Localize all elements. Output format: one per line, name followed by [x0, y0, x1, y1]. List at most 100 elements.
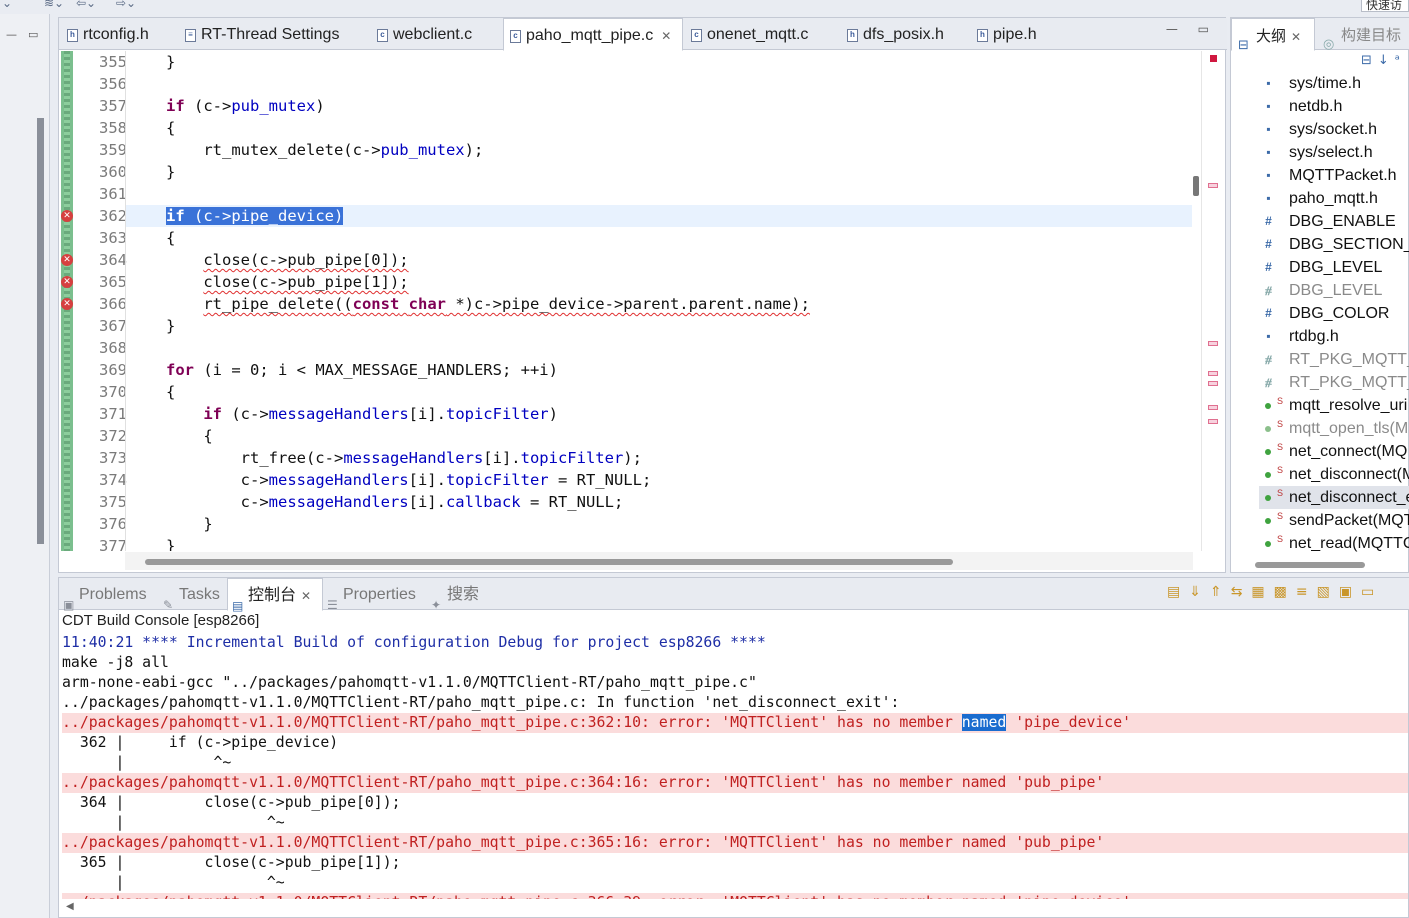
outline-item[interactable]: ▪ sys/time.h [1259, 72, 1361, 95]
console-error-line[interactable]: ../packages/pahomqtt-v1.1.0/MQTTClient-R… [62, 893, 1408, 899]
outline-item[interactable]: ▪ sys/socket.h [1259, 118, 1377, 141]
console-error-line[interactable]: ../packages/pahomqtt-v1.1.0/MQTTClient-R… [62, 773, 1408, 793]
occurrence-marker[interactable] [1208, 371, 1218, 376]
code-line[interactable] [126, 337, 1192, 359]
horizontal-scrollbar[interactable] [1235, 558, 1405, 570]
editor-window-controls[interactable]: — ▭ [1166, 22, 1217, 36]
code-line[interactable]: } [126, 315, 1192, 337]
error-marker-icon[interactable]: ✕ [61, 210, 73, 222]
macro-inactive-icon: ⧣ [1265, 352, 1272, 366]
close-icon[interactable]: ✕ [301, 589, 311, 603]
macro-icon: # [1265, 237, 1272, 251]
tab-build-targets[interactable]: ◎ 构建目标 [1317, 18, 1409, 52]
outline-item[interactable]: ⧣ DBG_LEVEL [1259, 279, 1382, 302]
outline-item-label: RT_PKG_MQTT_T [1289, 351, 1409, 368]
code-line[interactable]: rt_mutex_delete(c->pub_mutex); [126, 139, 1192, 161]
code-line[interactable]: { [126, 381, 1192, 403]
occurrence-marker[interactable] [1208, 341, 1218, 346]
code-line[interactable]: c->messageHandlers[i].callback = RT_NULL… [126, 491, 1192, 513]
horizontal-scrollbar[interactable]: ◀ [62, 901, 1408, 915]
code-line[interactable]: rt_pipe_delete((const char *)c->pipe_dev… [126, 293, 1192, 315]
tab-console[interactable]: ▤ 控制台 ✕ [227, 578, 323, 613]
back-arrow-icon[interactable]: ⇦⌄ [76, 0, 96, 10]
tab-search[interactable]: ✦ 搜索 [427, 578, 487, 612]
tab-properties[interactable]: ☰ Properties [323, 578, 425, 612]
outline-item[interactable]: # DBG_COLOR [1259, 302, 1389, 325]
console-toolbar[interactable]: ▤⇓⇑⇆▦▩≡▧▣▭ [1167, 584, 1383, 600]
vertical-scrollbar-thumb[interactable] [1193, 176, 1199, 196]
horizontal-scrollbar[interactable] [125, 552, 1193, 570]
code-line[interactable] [126, 73, 1192, 95]
code-line[interactable]: } [126, 51, 1192, 73]
tab-label: pipe.h [993, 26, 1037, 43]
tab-rt-thread-settings[interactable]: ≡ RT-Thread Settings [179, 18, 367, 50]
code-line[interactable]: { [126, 425, 1192, 447]
tab-paho-mqtt-pipe-c[interactable]: c paho_mqtt_pipe.c ✕ [503, 18, 683, 51]
maximize-icon[interactable]: ▭ [28, 28, 38, 41]
error-marker-icon[interactable]: ✕ [61, 298, 73, 310]
error-overview-icon[interactable] [1210, 55, 1217, 62]
tab-webclient-c[interactable]: c webclient.c [371, 18, 501, 50]
selected-text[interactable]: if (c->pipe_device) [166, 207, 344, 225]
occurrence-marker[interactable] [1208, 381, 1218, 386]
outline-item[interactable]: ⧣ RT_PKG_MQTT_T [1259, 348, 1409, 371]
console-error-line[interactable]: ../packages/pahomqtt-v1.1.0/MQTTClient-R… [62, 833, 1408, 853]
code-line[interactable]: } [126, 513, 1192, 535]
code-line[interactable]: } [126, 535, 1192, 551]
code-line[interactable]: { [126, 227, 1192, 249]
overview-ruler[interactable] [1201, 51, 1225, 551]
layers-icon[interactable]: ≋⌄ [44, 0, 64, 10]
macro-icon: # [1265, 306, 1272, 320]
code-line[interactable]: close(c->pub_pipe[1]); [126, 271, 1192, 293]
console-error-line[interactable]: ../packages/pahomqtt-v1.1.0/MQTTClient-R… [62, 713, 1408, 733]
panel-scrollbar[interactable] [37, 118, 44, 544]
search-icon: ✦ [431, 598, 442, 612]
scroll-left-icon[interactable]: ◀ [66, 901, 74, 912]
tab-tasks[interactable]: ✎ Tasks [159, 578, 227, 612]
console-line: 11:40:21 **** Incremental Build of confi… [62, 634, 766, 651]
outline-item[interactable]: ▪ sys/select.h [1259, 141, 1372, 164]
outline-item[interactable]: # DBG_SECTION_NA [1259, 233, 1409, 256]
left-minimized-panel: — ▭ [0, 14, 50, 918]
tab-rtconfig-h[interactable]: h rtconfig.h [61, 18, 179, 50]
code-line[interactable]: for (i = 0; i < MAX_MESSAGE_HANDLERS; ++… [126, 359, 1192, 381]
code-line[interactable]: c->messageHandlers[i].topicFilter = RT_N… [126, 469, 1192, 491]
code-line[interactable]: close(c->pub_pipe[0]); [126, 249, 1192, 271]
code-line[interactable]: if (c->pub_mutex) [126, 95, 1192, 117]
code-line[interactable] [126, 183, 1192, 205]
outline-item[interactable]: ▪ netdb.h [1259, 95, 1342, 118]
outline-item[interactable]: ▪ rtdbg.h [1259, 325, 1338, 348]
tab-problems[interactable]: ▣ Problems [59, 578, 157, 612]
code-line-current[interactable]: if (c->pipe_device) [126, 205, 1192, 227]
occurrence-marker[interactable] [1208, 419, 1218, 424]
code-line[interactable]: { [126, 117, 1192, 139]
scrollbar-thumb[interactable] [1255, 562, 1365, 568]
tab-dfs-posix-h[interactable]: h dfs_posix.h [841, 18, 967, 50]
tab-pipe-h[interactable]: h pipe.h [971, 18, 1071, 50]
tab-label: 构建目标 [1341, 26, 1402, 44]
code-line[interactable]: rt_free(c->messageHandlers[i].topicFilte… [126, 447, 1192, 469]
close-icon[interactable]: ✕ [661, 29, 671, 43]
code-line[interactable]: } [126, 161, 1192, 183]
outline-item[interactable]: ▪ paho_mqtt.h [1259, 187, 1378, 210]
scrollbar-thumb[interactable] [145, 559, 953, 565]
forward-arrow-icon[interactable]: ⇨⌄ [116, 0, 136, 10]
tab-outline[interactable]: ⊟ 大纲 ✕ [1231, 18, 1315, 53]
outline-toolbar[interactable]: ⊟↓ᵃ [1361, 53, 1406, 68]
outline-item[interactable]: # DBG_ENABLE [1259, 210, 1396, 233]
error-marker-icon[interactable]: ✕ [61, 276, 73, 288]
quick-access-field[interactable]: 快速访 [1361, 0, 1409, 12]
outline-item-label: sys/time.h [1289, 75, 1362, 92]
outline-item[interactable]: ▪ MQTTPacket.h [1259, 164, 1396, 187]
occurrence-marker[interactable] [1208, 183, 1218, 188]
code-line[interactable]: if (c->messageHandlers[i].topicFilter) [126, 403, 1192, 425]
code-text-area[interactable]: } if (c->pub_mutex) { rt_mutex_delete(c-… [125, 51, 1193, 551]
outline-item[interactable]: # DBG_LEVEL [1259, 256, 1382, 279]
error-marker-icon[interactable]: ✕ [61, 254, 73, 266]
occurrence-marker[interactable] [1208, 405, 1218, 410]
close-icon[interactable]: ✕ [1291, 30, 1301, 44]
outline-item[interactable]: Snet_read(MQTTC [1259, 532, 1409, 555]
tab-onenet-mqtt-c[interactable]: c onenet_mqtt.c [685, 18, 835, 50]
toolbar-icon[interactable]: ⌄ [2, 0, 12, 10]
minimize-icon[interactable]: — [6, 28, 17, 41]
